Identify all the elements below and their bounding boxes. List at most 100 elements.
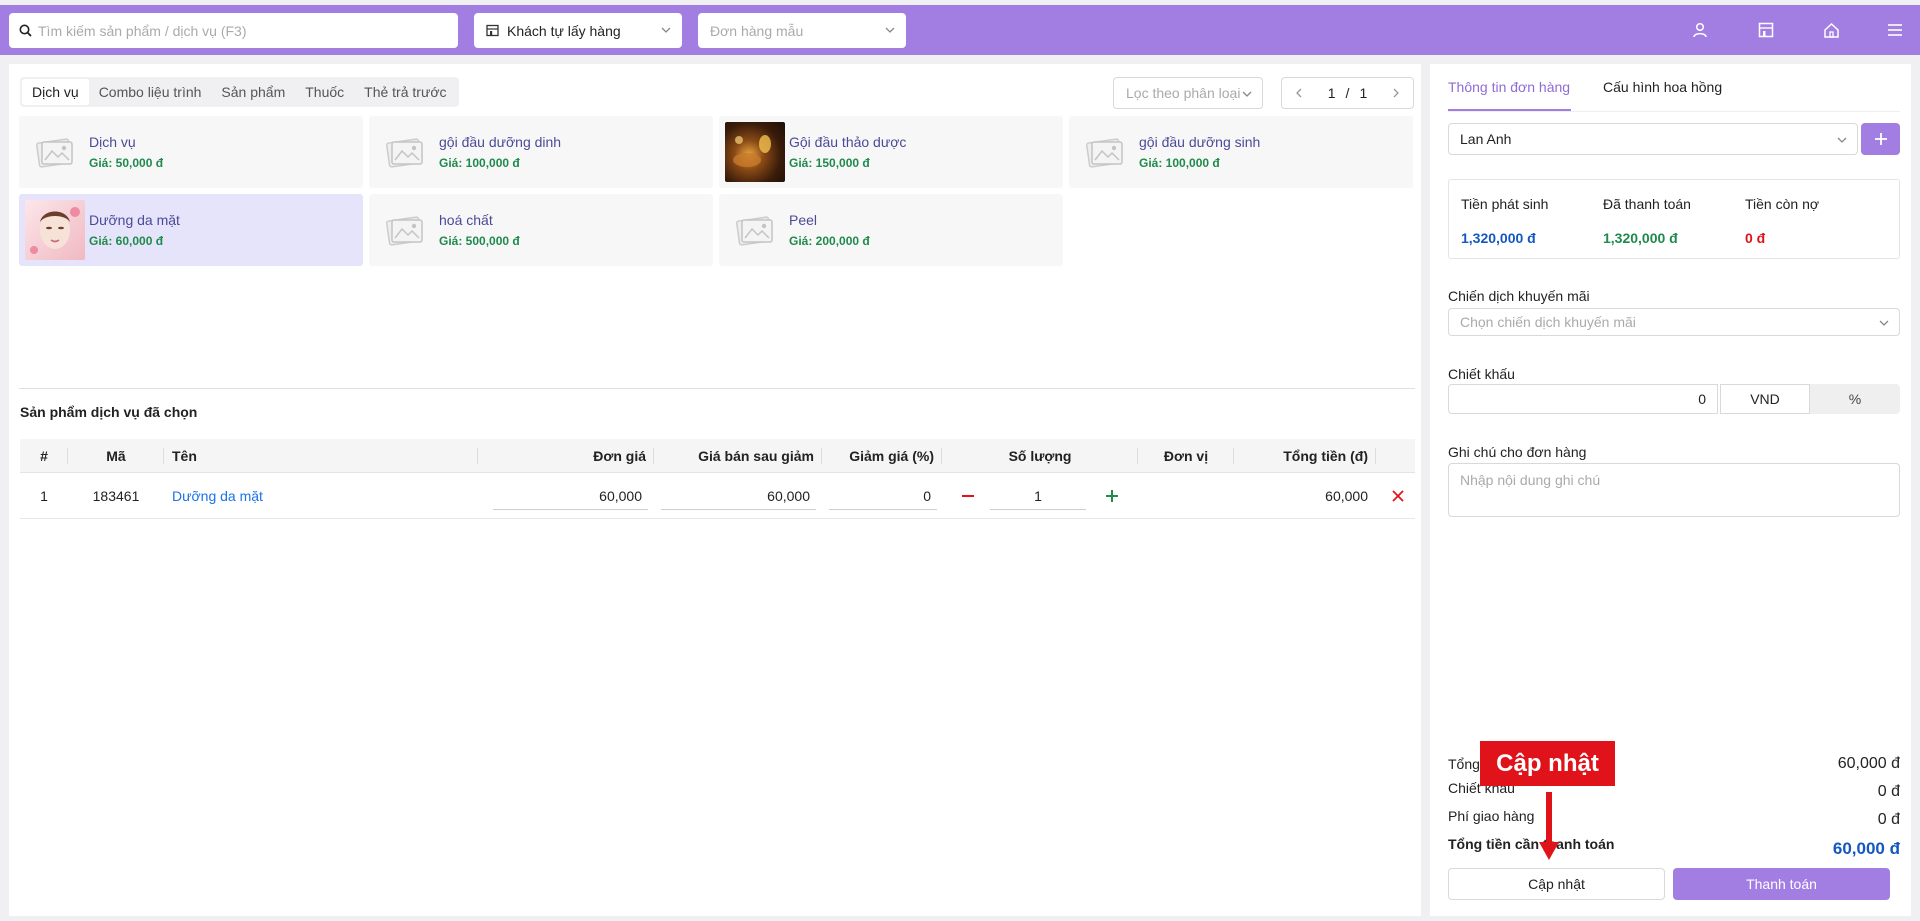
update-button[interactable]: Cập nhật [1448, 868, 1665, 900]
promo-label: Chiến dịch khuyến mãi [1448, 288, 1590, 304]
tabs-baseline [1448, 111, 1900, 112]
promo-placeholder: Chọn chiến dịch khuyến mãi [1460, 314, 1636, 330]
paid-value: 1,320,000 đ [1603, 230, 1678, 246]
store-icon [486, 24, 499, 37]
incurred-label: Tiền phát sinh [1461, 196, 1549, 212]
service-name: Dịch vụ [89, 134, 136, 150]
service-price: Giá: 500,000 đ [439, 234, 520, 248]
increase-qty-button[interactable] [1100, 474, 1124, 518]
discount-unit-percent[interactable]: % [1810, 384, 1900, 414]
subtotal-label: Tổng [1448, 756, 1480, 772]
active-tab-indicator [1448, 109, 1571, 111]
catalog-tabs: Dịch vụ Combo liệu trình Sản phẩm Thuốc … [20, 77, 459, 107]
category-filter-select[interactable]: Lọc theo phân loại [1113, 77, 1263, 109]
herbal-wash-photo [725, 122, 785, 182]
service-price: Giá: 100,000 đ [439, 156, 520, 170]
service-price: Giá: 150,000 đ [789, 156, 870, 170]
order-template-select[interactable]: Đơn hàng mẫu [698, 13, 906, 48]
chevron-down-icon [1242, 91, 1252, 97]
tab-order-info[interactable]: Thông tin đơn hàng [1448, 79, 1570, 95]
service-price: Giá: 100,000 đ [1139, 156, 1220, 170]
grand-total-label: Tổng tiền cần thanh toán [1448, 836, 1615, 852]
chevron-down-icon [661, 27, 671, 33]
home-icon[interactable] [1821, 20, 1841, 40]
service-price: Giá: 200,000 đ [789, 234, 870, 248]
page-current[interactable]: 1 [1328, 85, 1336, 101]
customer-select[interactable]: Lan Anh [1448, 123, 1858, 155]
pay-button[interactable]: Thanh toán [1673, 868, 1890, 900]
table-row: 1 183461 Dưỡng da mặt 60,000 60,000 0 1 … [20, 474, 1415, 519]
menu-icon[interactable] [1885, 20, 1905, 40]
search-input[interactable]: Tìm kiếm sản phẩm / dịch vụ (F3) [9, 13, 458, 48]
customer-value: Lan Anh [1460, 131, 1512, 147]
service-card[interactable]: gội đầu dưỡng dinh Giá: 100,000 đ [369, 116, 713, 188]
service-name: gội đầu dưỡng dinh [439, 134, 562, 150]
service-card-selected[interactable]: Dưỡng da mặt Giá: 60,000 đ [19, 194, 363, 266]
page-total: 1 [1359, 85, 1368, 101]
service-card[interactable]: Gội đầu thảo dược Giá: 150,000 đ [719, 116, 1063, 188]
subtotal-value: 60,000 đ [1837, 755, 1900, 772]
promo-select[interactable]: Chọn chiến dịch khuyến mãi [1448, 308, 1900, 336]
user-icon[interactable] [1690, 20, 1710, 40]
sale-price-input[interactable]: 60,000 [661, 482, 816, 510]
discount-input[interactable]: 0 [829, 482, 937, 510]
row-name[interactable]: Dưỡng da mặt [172, 488, 263, 504]
store-icon[interactable] [1756, 20, 1776, 40]
order-template-placeholder: Đơn hàng mẫu [710, 22, 804, 39]
chevron-down-icon [1837, 137, 1847, 143]
tab-services[interactable]: Dịch vụ [22, 79, 89, 105]
tab-prepaid-cards[interactable]: Thẻ trả trước [354, 79, 456, 105]
discount-amount-input[interactable]: 0 [1448, 384, 1718, 414]
tab-commission-config[interactable]: Cấu hình hoa hồng [1603, 79, 1722, 95]
image-placeholder-icon [1075, 122, 1135, 182]
order-note-textarea[interactable]: Nhập nội dung ghi chú [1448, 463, 1900, 517]
paid-label: Đã thanh toán [1603, 196, 1691, 212]
col-quantity: Số lượng [942, 439, 1138, 472]
service-name: Gội đầu thảo dược [789, 134, 907, 150]
service-card[interactable]: Dịch vụ Giá: 50,000 đ [19, 116, 363, 188]
discount-unit-vnd[interactable]: VND [1720, 384, 1810, 414]
service-card[interactable]: gội đầu dưỡng sinh Giá: 100,000 đ [1069, 116, 1413, 188]
selected-items-title: Sản phẩm dịch vụ đã chọn [20, 404, 198, 420]
row-code: 183461 [92, 488, 140, 504]
plus-icon [1106, 490, 1118, 502]
discount-label: Chiết khấu [1448, 366, 1515, 382]
annotation-callout: Cập nhật [1480, 741, 1615, 786]
service-name: Peel [789, 212, 818, 228]
tab-medicine[interactable]: Thuốc [295, 79, 354, 105]
add-customer-button[interactable] [1861, 123, 1900, 155]
close-icon [1392, 490, 1404, 502]
decrease-qty-button[interactable] [956, 474, 980, 518]
col-discount: Giảm giá (%) [822, 439, 942, 472]
shipping-method-value: Khách tự lấy hàng [507, 22, 621, 39]
next-page-icon[interactable] [1391, 87, 1401, 99]
col-index: # [20, 439, 68, 472]
debt-label: Tiền còn nợ [1745, 196, 1820, 212]
col-code: Mã [68, 439, 164, 472]
tab-combo[interactable]: Combo liệu trình [89, 79, 212, 105]
totals-discount-value: 0 đ [1877, 783, 1900, 800]
unit-price-input[interactable]: 60,000 [493, 482, 648, 510]
row-total: 60,000 [1325, 488, 1368, 504]
shipping-method-select[interactable]: Khách tự lấy hàng [474, 13, 682, 48]
col-name: Tên [164, 439, 478, 472]
service-price: Giá: 60,000 đ [89, 234, 164, 248]
grand-total-value: 60,000 đ [1832, 839, 1900, 858]
incurred-value: 1,320,000 đ [1461, 230, 1536, 246]
row-name-link[interactable]: Dưỡng da mặt [164, 474, 478, 518]
catalog-panel: Dịch vụ Combo liệu trình Sản phẩm Thuốc … [9, 64, 1421, 916]
remove-row-button[interactable] [1386, 474, 1410, 518]
search-placeholder: Tìm kiếm sản phẩm / dịch vụ (F3) [38, 22, 247, 39]
image-placeholder-icon [375, 200, 435, 260]
category-filter-placeholder: Lọc theo phân loại [1126, 85, 1241, 101]
service-card[interactable]: hoá chất Giá: 500,000 đ [369, 194, 713, 266]
prev-page-icon[interactable] [1294, 87, 1304, 99]
service-card[interactable]: Peel Giá: 200,000 đ [719, 194, 1063, 266]
minus-icon [962, 495, 974, 497]
col-unit-price: Đơn giá [478, 439, 654, 472]
image-placeholder-icon [725, 200, 785, 260]
plus-icon [1874, 133, 1887, 145]
tab-products[interactable]: Sản phẩm [211, 79, 295, 105]
note-label: Ghi chú cho đơn hàng [1448, 444, 1587, 460]
quantity-input[interactable]: 1 [990, 482, 1086, 510]
